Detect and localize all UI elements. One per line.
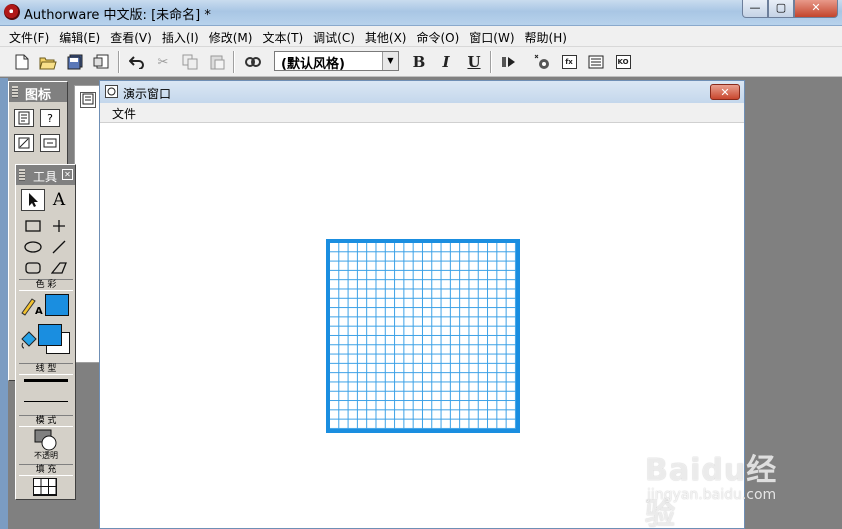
opaque-mode-icon[interactable] — [33, 429, 59, 451]
mode-section-label: 模 式 — [19, 415, 73, 427]
display-icon[interactable] — [14, 109, 34, 127]
menu-window[interactable]: 窗口(W) — [464, 26, 519, 46]
mode-value: 不透明 — [34, 451, 58, 460]
thick-line-style[interactable] — [24, 379, 68, 382]
window-controls: — ▢ ✕ — [742, 0, 838, 18]
thin-line-style[interactable] — [24, 401, 68, 402]
icon-palette-title-text: 图标 — [25, 88, 52, 103]
grip-handle-icon[interactable] — [12, 86, 18, 98]
erase-icon[interactable] — [14, 134, 34, 152]
open-file-icon[interactable] — [38, 52, 58, 72]
import-icon[interactable] — [92, 52, 112, 72]
text-style-select[interactable]: (默认风格) ▼ — [274, 51, 399, 72]
minimize-button[interactable]: — — [742, 0, 768, 18]
presentation-window-titlebar[interactable]: 演示窗口 ✕ — [100, 81, 744, 103]
save-all-icon[interactable] — [66, 52, 86, 72]
design-window-icon — [80, 92, 96, 108]
variables-window-icon[interactable] — [586, 52, 606, 72]
toolbar: ✂ B I U fx KO — [0, 47, 842, 77]
new-file-icon[interactable] — [12, 52, 32, 72]
polygon-tool[interactable] — [47, 257, 71, 279]
control-panel-icon[interactable] — [532, 52, 552, 72]
fill-pattern-grid-icon[interactable] — [33, 478, 57, 496]
fill-bucket-icon[interactable] — [19, 329, 39, 351]
menu-bar: 文件(F) 编辑(E) 查看(V) 插入(I) 修改(M) 文本(T) 调试(C… — [0, 26, 842, 47]
tools-palette: 工具 ✕ A 色 彩 A 线 型 模 式 不透明 填 充 — [15, 164, 76, 500]
fill-foreground-color-swatch[interactable] — [38, 324, 62, 346]
line-style-section-label: 线 型 — [19, 363, 73, 375]
cut-icon[interactable]: ✂ — [153, 52, 173, 72]
tools-palette-title: 工具 — [33, 170, 58, 184]
presentation-close-button[interactable]: ✕ — [710, 84, 740, 100]
menu-view[interactable]: 查看(V) — [105, 26, 157, 46]
workspace-edge — [0, 78, 8, 529]
functions-window-icon[interactable]: fx — [559, 52, 579, 72]
presentation-menu-file[interactable]: 文件 — [112, 107, 136, 121]
close-button[interactable]: ✕ — [794, 0, 838, 18]
copy-icon[interactable] — [180, 52, 200, 72]
grid-table-graphic[interactable] — [326, 239, 520, 433]
watermark: Baidu经验 jingyan.baidu.com — [645, 445, 805, 529]
presentation-window-icon — [105, 85, 118, 98]
presentation-window-title: 演示窗口 — [123, 87, 172, 101]
presentation-menu-bar: 文件 — [100, 103, 744, 123]
knowledge-objects-icon[interactable]: KO — [613, 52, 633, 72]
bold-button[interactable]: B — [409, 52, 429, 72]
paste-icon[interactable] — [207, 52, 227, 72]
fx-label: fx — [561, 55, 577, 69]
color-section-label: 色 彩 — [19, 279, 73, 291]
wait-icon[interactable]: ? — [40, 109, 60, 127]
fill-section-label: 填 充 — [19, 464, 73, 476]
stroke-color-swatch[interactable] — [45, 294, 69, 316]
pointer-tool[interactable] — [21, 189, 45, 211]
menu-help[interactable]: 帮助(H) — [520, 26, 572, 46]
tools-palette-titlebar[interactable]: 工具 ✕ — [16, 165, 75, 185]
rectangle-tool[interactable] — [21, 215, 45, 237]
toolbar-separator — [233, 51, 235, 73]
svg-text:A: A — [35, 306, 43, 317]
text-style-value: (默认风格) — [281, 57, 345, 72]
menu-insert[interactable]: 插入(I) — [157, 26, 204, 46]
menu-modify[interactable]: 修改(M) — [204, 26, 258, 46]
ko-label: KO — [615, 55, 631, 69]
maximize-button[interactable]: ▢ — [768, 0, 794, 18]
watermark-url: jingyan.baidu.com — [647, 487, 777, 503]
rounded-rectangle-tool[interactable] — [21, 257, 45, 279]
menu-command[interactable]: 命令(O) — [411, 26, 464, 46]
menu-file[interactable]: 文件(F) — [4, 26, 54, 46]
interaction-icon[interactable] — [40, 134, 60, 152]
authorware-app-icon — [4, 4, 20, 20]
ellipse-tool[interactable] — [21, 236, 45, 258]
pen-color-icon[interactable]: A — [20, 293, 44, 317]
icon-palette-title[interactable]: 图标 — [9, 82, 67, 103]
toolbar-separator — [490, 51, 492, 73]
chevron-down-icon[interactable]: ▼ — [382, 52, 398, 70]
crosshair-line-tool[interactable] — [47, 215, 71, 237]
menu-text[interactable]: 文本(T) — [257, 26, 308, 46]
underline-button[interactable]: U — [464, 52, 484, 72]
text-tool[interactable]: A — [47, 189, 71, 211]
tools-palette-close-icon[interactable]: ✕ — [62, 169, 73, 180]
find-icon[interactable] — [243, 52, 263, 72]
grip-handle-icon[interactable] — [19, 169, 25, 181]
menu-edit[interactable]: 编辑(E) — [54, 26, 105, 46]
undo-icon[interactable] — [127, 52, 147, 72]
toolbar-separator — [118, 51, 120, 73]
menu-debug[interactable]: 调试(C) — [308, 26, 360, 46]
diagonal-line-tool[interactable] — [47, 236, 71, 258]
run-icon[interactable] — [499, 52, 519, 72]
title-bar[interactable]: Authorware 中文版: [未命名] * — ▢ ✕ — [0, 0, 842, 26]
window-title: Authorware 中文版: [未命名] * — [24, 8, 211, 23]
menu-other[interactable]: 其他(X) — [360, 26, 412, 46]
italic-button[interactable]: I — [436, 52, 456, 72]
